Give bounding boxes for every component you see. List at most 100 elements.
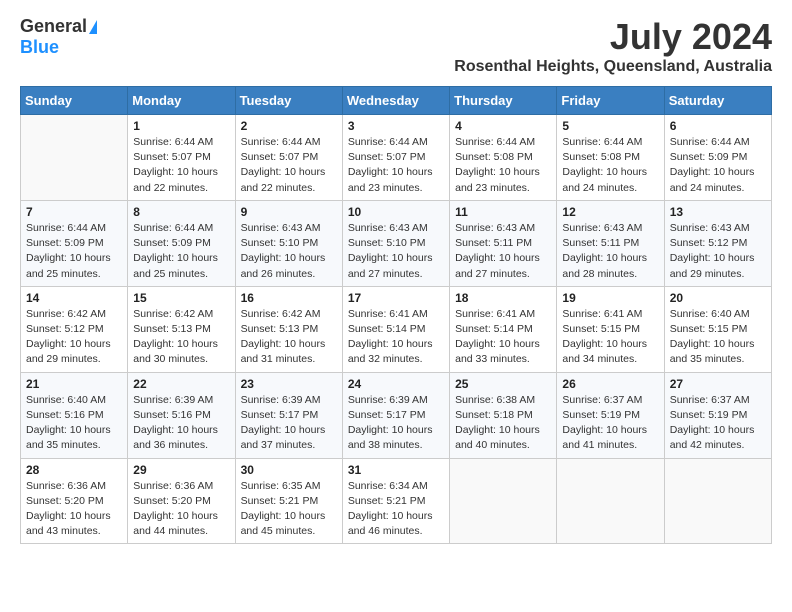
table-row: 29 Sunrise: 6:36 AM Sunset: 5:20 PM Dayli… [128, 458, 235, 544]
calendar-week-4: 21 Sunrise: 6:40 AM Sunset: 5:16 PM Dayli… [21, 372, 772, 458]
day-number: 7 [26, 205, 122, 219]
day-info: Sunrise: 6:43 AM Sunset: 5:11 PM Dayligh… [455, 221, 551, 282]
table-row: 5 Sunrise: 6:44 AM Sunset: 5:08 PM Daylig… [557, 115, 664, 201]
day-info: Sunrise: 6:41 AM Sunset: 5:15 PM Dayligh… [562, 307, 658, 368]
day-info: Sunrise: 6:40 AM Sunset: 5:15 PM Dayligh… [670, 307, 766, 368]
day-number: 12 [562, 205, 658, 219]
day-info: Sunrise: 6:43 AM Sunset: 5:11 PM Dayligh… [562, 221, 658, 282]
day-info: Sunrise: 6:44 AM Sunset: 5:07 PM Dayligh… [133, 135, 229, 196]
table-row: 1 Sunrise: 6:44 AM Sunset: 5:07 PM Daylig… [128, 115, 235, 201]
table-row: 27 Sunrise: 6:37 AM Sunset: 5:19 PM Dayli… [664, 372, 771, 458]
logo: General Blue [20, 16, 97, 58]
table-row: 19 Sunrise: 6:41 AM Sunset: 5:15 PM Dayli… [557, 286, 664, 372]
col-wednesday: Wednesday [342, 87, 449, 115]
col-saturday: Saturday [664, 87, 771, 115]
day-number: 29 [133, 463, 229, 477]
day-info: Sunrise: 6:39 AM Sunset: 5:17 PM Dayligh… [241, 393, 337, 454]
day-number: 21 [26, 377, 122, 391]
day-info: Sunrise: 6:35 AM Sunset: 5:21 PM Dayligh… [241, 479, 337, 540]
day-number: 2 [241, 119, 337, 133]
table-row: 28 Sunrise: 6:36 AM Sunset: 5:20 PM Dayli… [21, 458, 128, 544]
day-number: 15 [133, 291, 229, 305]
day-info: Sunrise: 6:42 AM Sunset: 5:12 PM Dayligh… [26, 307, 122, 368]
day-info: Sunrise: 6:43 AM Sunset: 5:10 PM Dayligh… [348, 221, 444, 282]
calendar-week-3: 14 Sunrise: 6:42 AM Sunset: 5:12 PM Dayli… [21, 286, 772, 372]
table-row: 31Sunrise: 6:34 AM Sunset: 5:21 PM Dayli… [342, 458, 449, 544]
day-number: 23 [241, 377, 337, 391]
table-row: 16 Sunrise: 6:42 AM Sunset: 5:13 PM Dayli… [235, 286, 342, 372]
day-info: Sunrise: 6:36 AM Sunset: 5:20 PM Dayligh… [133, 479, 229, 540]
day-info: Sunrise: 6:44 AM Sunset: 5:09 PM Dayligh… [133, 221, 229, 282]
day-number: 6 [670, 119, 766, 133]
day-info: Sunrise: 6:38 AM Sunset: 5:18 PM Dayligh… [455, 393, 551, 454]
day-number: 17 [348, 291, 444, 305]
day-number: 9 [241, 205, 337, 219]
table-row: 17 Sunrise: 6:41 AM Sunset: 5:14 PM Dayli… [342, 286, 449, 372]
table-row: 26 Sunrise: 6:37 AM Sunset: 5:19 PM Dayli… [557, 372, 664, 458]
day-info: Sunrise: 6:44 AM Sunset: 5:09 PM Dayligh… [26, 221, 122, 282]
table-row: 13 Sunrise: 6:43 AM Sunset: 5:12 PM Dayli… [664, 200, 771, 286]
day-number: 22 [133, 377, 229, 391]
day-number: 31 [348, 463, 444, 477]
day-number: 26 [562, 377, 658, 391]
location-title: Rosenthal Heights, Queensland, Australia [454, 58, 772, 76]
col-sunday: Sunday [21, 87, 128, 115]
day-info: Sunrise: 6:44 AM Sunset: 5:08 PM Dayligh… [455, 135, 551, 196]
table-row: 12 Sunrise: 6:43 AM Sunset: 5:11 PM Dayli… [557, 200, 664, 286]
day-number: 25 [455, 377, 551, 391]
table-row: 14 Sunrise: 6:42 AM Sunset: 5:12 PM Dayli… [21, 286, 128, 372]
table-row: 24Sunrise: 6:39 AM Sunset: 5:17 PM Dayli… [342, 372, 449, 458]
day-info: Sunrise: 6:37 AM Sunset: 5:19 PM Dayligh… [670, 393, 766, 454]
day-number: 8 [133, 205, 229, 219]
table-row: 7 Sunrise: 6:44 AM Sunset: 5:09 PM Daylig… [21, 200, 128, 286]
day-info: Sunrise: 6:39 AM Sunset: 5:17 PM Dayligh… [348, 393, 444, 454]
calendar-week-5: 28 Sunrise: 6:36 AM Sunset: 5:20 PM Dayli… [21, 458, 772, 544]
table-row: 2Sunrise: 6:44 AM Sunset: 5:07 PM Daylig… [235, 115, 342, 201]
day-number: 5 [562, 119, 658, 133]
day-number: 27 [670, 377, 766, 391]
table-row: 6 Sunrise: 6:44 AM Sunset: 5:09 PM Daylig… [664, 115, 771, 201]
day-number: 28 [26, 463, 122, 477]
table-row: 30 Sunrise: 6:35 AM Sunset: 5:21 PM Dayli… [235, 458, 342, 544]
table-row [557, 458, 664, 544]
day-number: 1 [133, 119, 229, 133]
day-info: Sunrise: 6:42 AM Sunset: 5:13 PM Dayligh… [133, 307, 229, 368]
day-info: Sunrise: 6:44 AM Sunset: 5:07 PM Dayligh… [348, 135, 444, 196]
day-number: 18 [455, 291, 551, 305]
day-info: Sunrise: 6:44 AM Sunset: 5:09 PM Dayligh… [670, 135, 766, 196]
day-number: 19 [562, 291, 658, 305]
day-number: 14 [26, 291, 122, 305]
day-info: Sunrise: 6:42 AM Sunset: 5:13 PM Dayligh… [241, 307, 337, 368]
day-number: 30 [241, 463, 337, 477]
month-title: July 2024 [454, 16, 772, 58]
day-info: Sunrise: 6:40 AM Sunset: 5:16 PM Dayligh… [26, 393, 122, 454]
day-info: Sunrise: 6:41 AM Sunset: 5:14 PM Dayligh… [348, 307, 444, 368]
calendar-week-1: 1 Sunrise: 6:44 AM Sunset: 5:07 PM Daylig… [21, 115, 772, 201]
table-row: 15 Sunrise: 6:42 AM Sunset: 5:13 PM Dayli… [128, 286, 235, 372]
calendar-header-row: Sunday Monday Tuesday Wednesday Thursday… [21, 87, 772, 115]
day-number: 4 [455, 119, 551, 133]
title-section: July 2024 Rosenthal Heights, Queensland,… [454, 16, 772, 76]
day-info: Sunrise: 6:44 AM Sunset: 5:08 PM Dayligh… [562, 135, 658, 196]
day-info: Sunrise: 6:43 AM Sunset: 5:12 PM Dayligh… [670, 221, 766, 282]
logo-blue-text: Blue [20, 37, 59, 58]
day-info: Sunrise: 6:43 AM Sunset: 5:10 PM Dayligh… [241, 221, 337, 282]
day-info: Sunrise: 6:36 AM Sunset: 5:20 PM Dayligh… [26, 479, 122, 540]
table-row: 25 Sunrise: 6:38 AM Sunset: 5:18 PM Dayli… [450, 372, 557, 458]
col-thursday: Thursday [450, 87, 557, 115]
table-row: 8 Sunrise: 6:44 AM Sunset: 5:09 PM Daylig… [128, 200, 235, 286]
day-number: 11 [455, 205, 551, 219]
day-number: 20 [670, 291, 766, 305]
day-number: 16 [241, 291, 337, 305]
table-row [450, 458, 557, 544]
col-monday: Monday [128, 87, 235, 115]
table-row: 11 Sunrise: 6:43 AM Sunset: 5:11 PM Dayli… [450, 200, 557, 286]
col-friday: Friday [557, 87, 664, 115]
table-row: 20 Sunrise: 6:40 AM Sunset: 5:15 PM Dayli… [664, 286, 771, 372]
table-row: 23 Sunrise: 6:39 AM Sunset: 5:17 PM Dayli… [235, 372, 342, 458]
day-info: Sunrise: 6:37 AM Sunset: 5:19 PM Dayligh… [562, 393, 658, 454]
day-info: Sunrise: 6:41 AM Sunset: 5:14 PM Dayligh… [455, 307, 551, 368]
day-number: 13 [670, 205, 766, 219]
table-row: 22Sunrise: 6:39 AM Sunset: 5:16 PM Dayli… [128, 372, 235, 458]
table-row: 10Sunrise: 6:43 AM Sunset: 5:10 PM Dayli… [342, 200, 449, 286]
